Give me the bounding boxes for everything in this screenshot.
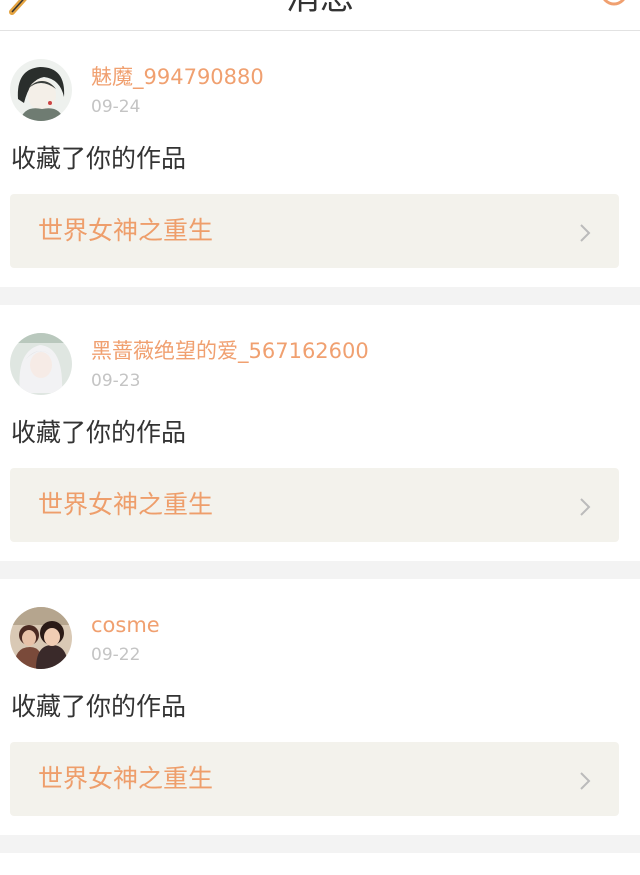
- two-women-photo-avatar: [10, 607, 72, 669]
- user-avatar[interactable]: [10, 333, 72, 395]
- action-text: 收藏了你的作品: [11, 144, 187, 173]
- header-bar: 消息: [0, 0, 640, 31]
- work-title: 世界女神之重生: [38, 216, 214, 245]
- page-title: 消息: [0, 0, 640, 18]
- notification-card: cosme 09-22 收藏了你的作品 世界女神之重生: [0, 579, 640, 835]
- date: 09-22: [91, 645, 141, 665]
- notification-card-partial: [0, 853, 640, 875]
- date: 09-23: [91, 371, 141, 391]
- action-text: 收藏了你的作品: [11, 692, 187, 721]
- notification-card: 魅魔_994790880 09-24 收藏了你的作品 世界女神之重生: [0, 31, 640, 287]
- work-link[interactable]: 世界女神之重生: [10, 468, 619, 542]
- search-icon[interactable]: [596, 0, 632, 10]
- chevron-right-icon: [580, 498, 591, 516]
- work-title: 世界女神之重生: [38, 490, 214, 519]
- username[interactable]: cosme: [91, 612, 160, 638]
- work-title: 世界女神之重生: [38, 764, 214, 793]
- action-text: 收藏了你的作品: [11, 418, 187, 447]
- username[interactable]: 魅魔_994790880: [91, 64, 264, 90]
- anime-girl-avatar: [10, 59, 72, 121]
- work-link[interactable]: 世界女神之重生: [10, 742, 619, 816]
- date: 09-24: [91, 97, 141, 117]
- user-avatar[interactable]: [10, 607, 72, 669]
- notification-card: 黑蔷薇绝望的爱_567162600 09-23 收藏了你的作品 世界女神之重生: [0, 305, 640, 561]
- white-hair-girl-avatar: [10, 333, 72, 395]
- user-avatar[interactable]: [10, 59, 72, 121]
- work-link[interactable]: 世界女神之重生: [10, 194, 619, 268]
- username[interactable]: 黑蔷薇绝望的爱_567162600: [91, 338, 369, 364]
- chevron-right-icon: [580, 224, 591, 242]
- chevron-right-icon: [580, 772, 591, 790]
